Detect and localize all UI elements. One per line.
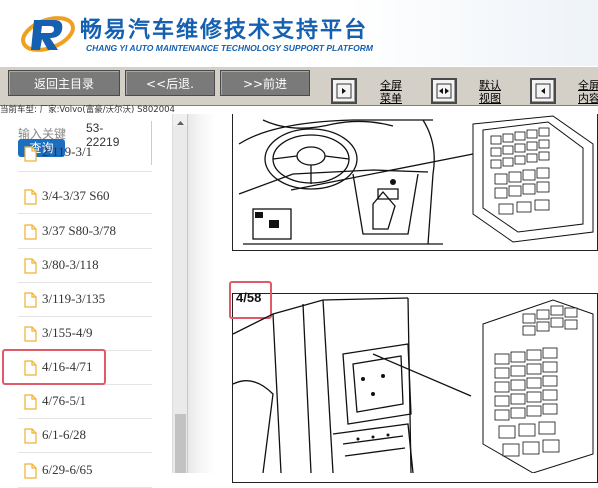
app-header: 畅易汽车维修技术支持平台 CHANG YI AUTO MAINTENANCE T… xyxy=(0,0,598,66)
fullscreen-content-label[interactable]: 全屏 内容 xyxy=(578,79,598,105)
document-icon xyxy=(24,258,37,274)
default-view-label[interactable]: 默认 视图 xyxy=(479,79,501,105)
back-home-button[interactable]: 返回主目录 xyxy=(8,70,120,96)
tree-item[interactable]: 3/37 S80-3/78 xyxy=(18,215,152,249)
platform-title: 畅易汽车维修技术支持平台 xyxy=(80,18,369,43)
scrollbar-thumb[interactable] xyxy=(175,414,186,473)
scroll-up-arrow-icon[interactable] xyxy=(173,114,188,126)
tree-item[interactable]: 6/29-6/65 xyxy=(18,454,152,488)
document-icon xyxy=(24,463,37,479)
tree-item-label: 3/155-4/9 xyxy=(42,325,93,340)
tree-item[interactable]: 3/80-3/118 xyxy=(18,249,152,283)
tree-item-label: 6/29-6/65 xyxy=(42,462,93,477)
document-icon xyxy=(24,146,37,162)
platform-subtitle: CHANG YI AUTO MAINTENANCE TECHNOLOGY SUP… xyxy=(86,43,373,53)
tree-item[interactable]: 6/1-6/28 xyxy=(18,419,152,453)
tree-item[interactable]: 3/4-3/37 S60 xyxy=(18,180,152,214)
tree-item[interactable]: 4/76-5/1 xyxy=(18,385,152,419)
fullscreen-menu-icon[interactable] xyxy=(331,78,357,104)
forward-button[interactable]: >>前进 xyxy=(220,70,310,96)
tree-item-label: 3/119-3/135 xyxy=(42,291,106,306)
sidebar-scrollbar[interactable] xyxy=(172,114,188,473)
document-icon xyxy=(24,224,37,240)
default-view-icon[interactable] xyxy=(431,78,457,104)
fullscreen-content-icon[interactable] xyxy=(530,78,556,104)
document-icon xyxy=(24,292,37,308)
tree-item[interactable]: 3/155-4/9 xyxy=(18,317,152,351)
dashboard-diagram xyxy=(238,115,594,245)
tree-item-label: 6/1-6/28 xyxy=(42,427,87,442)
changyi-logo-icon xyxy=(21,16,75,52)
document-icon xyxy=(24,428,37,444)
document-icon xyxy=(24,189,37,205)
sidebar: 输入关键 查询 53- 22219 2/119-3/1 3/4-3/37 S60… xyxy=(0,114,188,488)
tree-item-label: 3/4-3/37 S60 xyxy=(42,188,110,203)
tree-item[interactable]: 3/119-3/135 xyxy=(18,283,152,317)
document-icon xyxy=(24,326,37,342)
selected-item-highlight xyxy=(2,349,106,385)
tree-item-label: 3/37 S80-3/78 xyxy=(42,223,117,238)
toolbar: 返回主目录 <<后退. >>前进 全屏 菜单 默认 视图 全屏 内容 xyxy=(0,66,598,106)
document-icon xyxy=(24,394,37,410)
tree-item-label: 2/119-3/1 xyxy=(42,144,93,159)
panel-divider[interactable] xyxy=(187,114,215,473)
fullscreen-menu-label[interactable]: 全屏 菜单 xyxy=(380,79,402,105)
back-button[interactable]: <<后退. xyxy=(125,70,215,96)
tree-item[interactable]: 2/119-3/1 xyxy=(18,144,152,172)
tree-item-label: 4/76-5/1 xyxy=(42,393,87,408)
fuse-box-diagram xyxy=(233,297,594,473)
tree-item-label: 3/80-3/118 xyxy=(42,257,99,272)
